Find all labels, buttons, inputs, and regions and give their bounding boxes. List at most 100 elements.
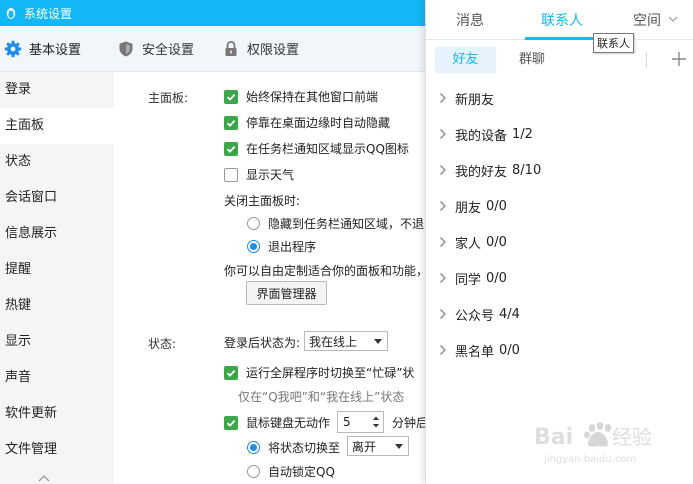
group-count: 1/2: [512, 126, 533, 142]
tab-contacts[interactable]: 联系人: [541, 10, 583, 30]
chevron-down-icon: [374, 339, 382, 344]
subtab-groups[interactable]: 群聊: [502, 47, 562, 73]
top-navigation: 基本设置 安全设置 权限设置: [0, 26, 430, 72]
group-my-devices[interactable]: 我的设备 1/2: [426, 116, 693, 152]
nav-label: 基本设置: [29, 43, 82, 58]
group-name: 我的好友: [455, 164, 508, 180]
radio-button[interactable]: [247, 217, 260, 230]
option-label: 鼠标键盘无动作: [246, 416, 331, 430]
nav-security-settings[interactable]: 安全设置: [111, 26, 194, 72]
sidebar-item-file-management[interactable]: 文件管理: [0, 432, 114, 468]
radio-switch-status[interactable]: 将状态切换至: [247, 439, 340, 456]
chevron-right-icon: [440, 165, 446, 175]
group-blacklist[interactable]: 黑名单 0/0: [426, 332, 693, 368]
radio-label: 隐藏到任务栏通知区域，不退: [268, 217, 425, 231]
option-label: 显示天气: [246, 168, 295, 182]
checkbox-unchecked[interactable]: [224, 167, 238, 182]
group-count: 0/0: [499, 342, 520, 358]
sidebar-item-status[interactable]: 状态: [0, 144, 114, 180]
option-tray-icon[interactable]: 在任务栏通知区域显示QQ图标: [224, 140, 409, 157]
option-always-on-top[interactable]: 始终保持在其他窗口前端: [224, 88, 378, 105]
sidebar-item-hotkeys[interactable]: 热键: [0, 288, 114, 324]
group-name: 公众号: [455, 308, 495, 324]
svg-text:经验: 经验: [612, 425, 652, 449]
tab-space[interactable]: 空间: [633, 10, 661, 30]
nav-label: 安全设置: [142, 43, 195, 58]
after-login-status-label: 登录后状态为:: [224, 336, 301, 350]
section-label-status: 状态:: [148, 337, 177, 351]
option-label: 运行全屏程序时切换至“忙碌”状: [246, 366, 415, 380]
group-name: 家人: [455, 236, 482, 252]
status-hint: 仅在“Q我吧”和“我在线上”状态: [238, 390, 405, 404]
sidebar-item-info-display[interactable]: 信息展示: [0, 216, 114, 252]
radio-hide-to-tray[interactable]: 隐藏到任务栏通知区域，不退: [247, 215, 424, 232]
lock-icon: [225, 40, 237, 56]
stepper-value: 5: [343, 415, 351, 429]
sidebar-item-chat-window[interactable]: 会话窗口: [0, 180, 114, 216]
radio-exit-program[interactable]: 退出程序: [247, 238, 316, 255]
checkbox-checked[interactable]: [224, 89, 238, 104]
nav-basic-settings[interactable]: 基本设置: [0, 26, 81, 72]
stepper-arrows-icon[interactable]: [371, 413, 381, 431]
option-idle[interactable]: 鼠标键盘无动作: [224, 414, 330, 431]
group-name: 新朋友: [455, 92, 495, 108]
interface-manager-button[interactable]: 界面管理器: [246, 281, 327, 305]
chevron-down-icon[interactable]: [668, 15, 678, 23]
checkbox-checked[interactable]: [224, 365, 238, 380]
close-panel-label: 关闭主面板时:: [224, 194, 301, 208]
idle-minutes-stepper[interactable]: 5: [337, 411, 384, 433]
group-count: 0/0: [486, 234, 507, 250]
option-show-weather[interactable]: 显示天气: [224, 166, 294, 183]
after-login-status-select[interactable]: 我在线上: [304, 331, 388, 351]
sidebar-item-main-panel[interactable]: 主面板: [0, 108, 114, 144]
checkbox-checked[interactable]: [224, 115, 238, 130]
sidebar-item-reminders[interactable]: 提醒: [0, 252, 114, 288]
option-fullscreen-busy[interactable]: 运行全屏程序时切换至“忙碌”状: [224, 364, 414, 381]
group-classmates[interactable]: 同学 0/0: [426, 260, 693, 296]
group-name: 同学: [455, 272, 482, 288]
group-my-friends[interactable]: 我的好友 8/10: [426, 152, 693, 188]
baidu-jingyan-watermark: Bai 经验 jingyan.baidu.com: [534, 422, 652, 465]
radio-label: 自动锁定QQ: [268, 465, 335, 479]
group-count: 8/10: [512, 162, 542, 178]
nav-permission-settings[interactable]: 权限设置: [216, 26, 299, 72]
scroll-up-icon[interactable]: [38, 474, 50, 482]
nav-label: 权限设置: [247, 43, 300, 58]
option-label: 在任务栏通知区域显示QQ图标: [246, 142, 409, 156]
sidebar-item-software-update[interactable]: 软件更新: [0, 396, 114, 432]
contacts-panel: 消息 联系人 空间 联系人 好友 群聊 新朋友 我的设备 1/2 我的好友 8/…: [425, 0, 693, 484]
sidebar-item-display[interactable]: 显示: [0, 324, 114, 360]
chevron-down-icon: [395, 444, 403, 449]
radio-button-selected[interactable]: [247, 441, 260, 454]
section-label-main-panel: 主面板:: [148, 91, 189, 105]
chevron-right-icon: [440, 237, 446, 247]
add-icon[interactable]: [670, 50, 688, 68]
checkbox-checked[interactable]: [224, 415, 238, 430]
customize-text: 你可以自由定制适合你的面板和功能，: [224, 264, 429, 278]
radio-button-selected[interactable]: [247, 240, 260, 253]
group-official-accounts[interactable]: 公众号 4/4: [426, 296, 693, 332]
divider: [646, 52, 647, 68]
select-value: 我在线上: [309, 334, 358, 349]
group-name: 我的设备: [455, 128, 508, 144]
chevron-right-icon: [440, 273, 446, 283]
settings-window: 系统设置 基本设置 安全设置 权限设置 登录 主面板 状态 会话窗口 信息展示 …: [0, 0, 430, 484]
svg-text:jingyan.baidu.com: jingyan.baidu.com: [543, 454, 636, 465]
window-title: 系统设置: [24, 6, 73, 21]
radio-auto-lock[interactable]: 自动锁定QQ: [247, 463, 335, 480]
group-friends[interactable]: 朋友 0/0: [426, 188, 693, 224]
sidebar-item-sound[interactable]: 声音: [0, 360, 114, 396]
contacts-subtabs: 好友 群聊: [426, 44, 693, 76]
option-auto-hide[interactable]: 停靠在桌面边缘时自动隐藏: [224, 114, 390, 131]
checkbox-checked[interactable]: [224, 141, 238, 156]
group-new-friends[interactable]: 新朋友: [426, 80, 693, 116]
tab-messages[interactable]: 消息: [456, 10, 484, 30]
group-family[interactable]: 家人 0/0: [426, 224, 693, 260]
radio-button[interactable]: [247, 465, 260, 478]
sidebar-item-login[interactable]: 登录: [0, 72, 114, 108]
subtab-friends[interactable]: 好友: [435, 47, 496, 73]
option-label: 始终保持在其他窗口前端: [246, 90, 379, 104]
settings-content: 主面板: 始终保持在其他窗口前端 停靠在桌面边缘时自动隐藏 在任务栏通知区域显示…: [114, 72, 430, 484]
settings-sidebar: 登录 主面板 状态 会话窗口 信息展示 提醒 热键 显示 声音 软件更新 文件管…: [0, 72, 114, 484]
switch-status-select[interactable]: 离开: [347, 436, 409, 456]
